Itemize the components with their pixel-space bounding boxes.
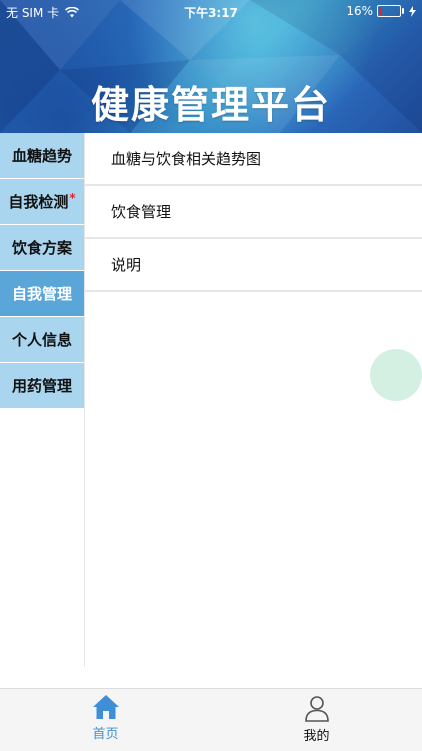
sidebar-item-label: 血糖趋势	[11, 147, 72, 165]
home-icon	[92, 695, 119, 719]
battery-level	[379, 7, 382, 15]
list-item-glucose-diet-chart[interactable]: 血糖与饮食相关趋势图	[85, 133, 422, 186]
list-item-instructions[interactable]: 说明	[85, 239, 422, 292]
user-icon	[304, 696, 329, 722]
sidebar-item-self-test[interactable]: 自我检测 *	[0, 179, 84, 224]
sidebar-item-label: 用药管理	[11, 377, 72, 395]
sidebar: 血糖趋势 自我检测 * 饮食方案 自我管理 个人信息 用药管理	[0, 133, 85, 667]
tab-mine-label: 我的	[303, 729, 330, 744]
sidebar-item-personal-info[interactable]: 个人信息	[0, 317, 84, 362]
list-item-diet-management[interactable]: 饮食管理	[85, 186, 422, 239]
sidebar-item-medication[interactable]: 用药管理	[0, 363, 84, 408]
tab-bar: 首页 我的	[0, 688, 422, 751]
sidebar-item-label: 个人信息	[11, 331, 72, 349]
sidebar-item-label: 饮食方案	[11, 239, 72, 257]
tab-mine[interactable]: 我的	[211, 689, 422, 751]
status-bar: 无 SIM 卡 下午3:17 16%	[0, 0, 422, 22]
sidebar-item-diet-plan[interactable]: 饮食方案	[0, 225, 84, 270]
sidebar-item-glucose-trend[interactable]: 血糖趋势	[0, 133, 84, 178]
sidebar-item-self-management[interactable]: 自我管理	[0, 271, 84, 316]
list-item-label: 说明	[111, 256, 142, 274]
list-item-label: 饮食管理	[111, 203, 172, 221]
list-item-label: 血糖与饮食相关趋势图	[111, 150, 262, 168]
sidebar-item-label: 自我检测	[8, 193, 69, 211]
app-title: 健康管理平台	[90, 83, 331, 127]
tab-home-label: 首页	[92, 727, 119, 742]
floating-assistive-button[interactable]	[370, 349, 422, 401]
header-banner: 无 SIM 卡 下午3:17 16% 健康管理平台	[0, 0, 422, 133]
charging-icon	[409, 5, 416, 17]
tab-home[interactable]: 首页	[0, 689, 211, 751]
content-list: 血糖与饮食相关趋势图 饮食管理 说明	[85, 133, 422, 292]
sidebar-item-label: 自我管理	[11, 285, 72, 303]
battery-percent: 16%	[346, 4, 373, 18]
battery-icon	[377, 5, 404, 17]
required-badge: *	[69, 190, 76, 205]
